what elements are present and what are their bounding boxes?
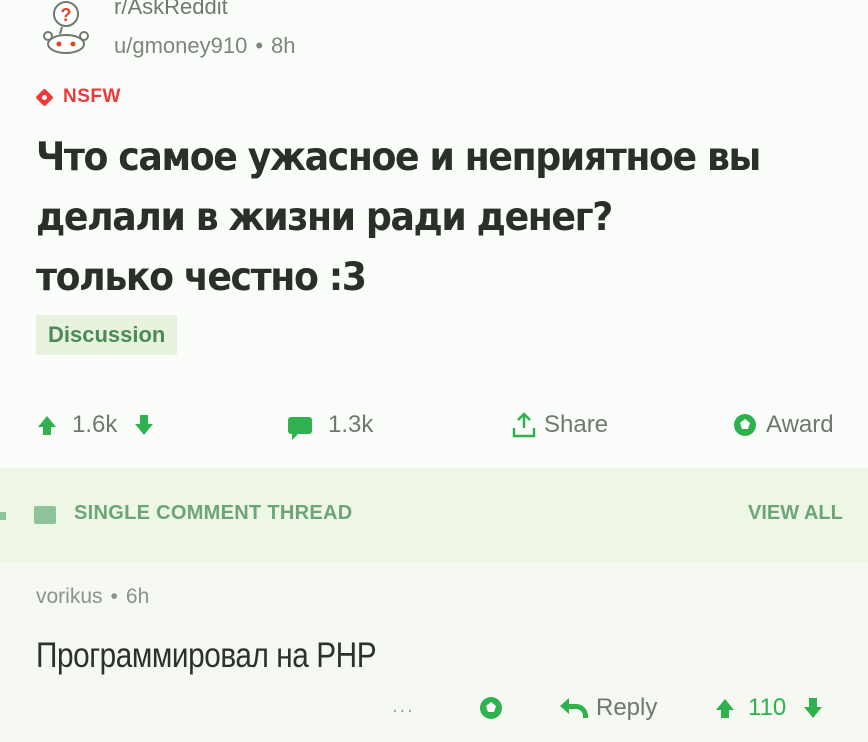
comment-time: 6h bbox=[125, 585, 150, 608]
comment-upvote-icon[interactable] bbox=[716, 698, 734, 718]
award-label: Award bbox=[766, 411, 834, 438]
reply-button[interactable]: Reply bbox=[560, 686, 657, 730]
post-action-bar: 1.6k 1.3k Share Award bbox=[0, 400, 868, 450]
share-icon bbox=[512, 412, 536, 438]
vote-group: 1.6k bbox=[38, 400, 154, 450]
post-title-line: Что самое ужасное и неприятное вы bbox=[36, 135, 761, 180]
thread-comment-icon bbox=[34, 506, 56, 524]
thread-label: SINGLE COMMENT THREAD bbox=[74, 502, 353, 524]
comment-meta: vorikus • 6h bbox=[36, 585, 149, 609]
reddit-post-screenshot: ? r/AskReddit u/gmoney910 • 8h NSFW Что са… bbox=[0, 0, 868, 742]
post-title-line: только честно :3 bbox=[36, 255, 367, 300]
reply-icon bbox=[560, 698, 588, 718]
subreddit-name[interactable]: r/AskReddit bbox=[114, 0, 228, 20]
downvote-icon[interactable] bbox=[135, 414, 154, 435]
award-icon bbox=[480, 697, 502, 719]
comment-award-button[interactable] bbox=[480, 686, 502, 730]
more-options-icon[interactable]: ... bbox=[392, 686, 415, 726]
nsfw-icon bbox=[35, 87, 54, 107]
post-title[interactable]: Что самое ужасное и неприятное вы делали… bbox=[36, 128, 761, 308]
nsfw-label: NSFW bbox=[63, 86, 121, 107]
upvote-count: 1.6k bbox=[72, 411, 118, 438]
award-button[interactable]: Award bbox=[734, 400, 834, 450]
subreddit-avatar-icon[interactable]: ? bbox=[36, 0, 96, 56]
award-icon bbox=[734, 414, 756, 436]
post-flair[interactable]: Discussion bbox=[36, 315, 178, 355]
comment-body: Программировал на PHP bbox=[36, 636, 377, 675]
post-meta: u/gmoney910 • 8h bbox=[114, 33, 296, 59]
comment-downvote-icon[interactable] bbox=[804, 697, 823, 718]
post-header: ? r/AskReddit u/gmoney910 • 8h bbox=[36, 0, 636, 60]
upvote-icon[interactable] bbox=[38, 415, 56, 435]
meta-separator: • bbox=[255, 33, 264, 58]
share-button[interactable]: Share bbox=[512, 400, 608, 450]
view-all-link[interactable]: VIEW ALL bbox=[748, 502, 843, 525]
thread-edge-marker bbox=[0, 512, 6, 520]
comment-author[interactable]: vorikus bbox=[36, 585, 103, 608]
post-time: 8h bbox=[271, 33, 296, 58]
comment-count: 1.3k bbox=[328, 411, 374, 438]
svg-text:?: ? bbox=[61, 5, 72, 25]
single-comment-thread-banner: SINGLE COMMENT THREAD VIEW ALL bbox=[0, 468, 868, 562]
post-title-line: делали в жизни ради денег? bbox=[36, 195, 613, 240]
comment-icon bbox=[288, 416, 312, 440]
share-label: Share bbox=[544, 411, 609, 438]
reply-label: Reply bbox=[596, 694, 658, 721]
comments-button[interactable]: 1.3k bbox=[288, 400, 373, 450]
post-author[interactable]: u/gmoney910 bbox=[114, 33, 247, 58]
comment-vote-group: 110 bbox=[716, 686, 823, 730]
nsfw-tag: NSFW bbox=[35, 86, 121, 108]
comment-action-bar: ... Reply 110 bbox=[0, 686, 868, 730]
comment-score: 110 bbox=[748, 694, 787, 721]
comment-meta-separator: • bbox=[110, 585, 118, 608]
